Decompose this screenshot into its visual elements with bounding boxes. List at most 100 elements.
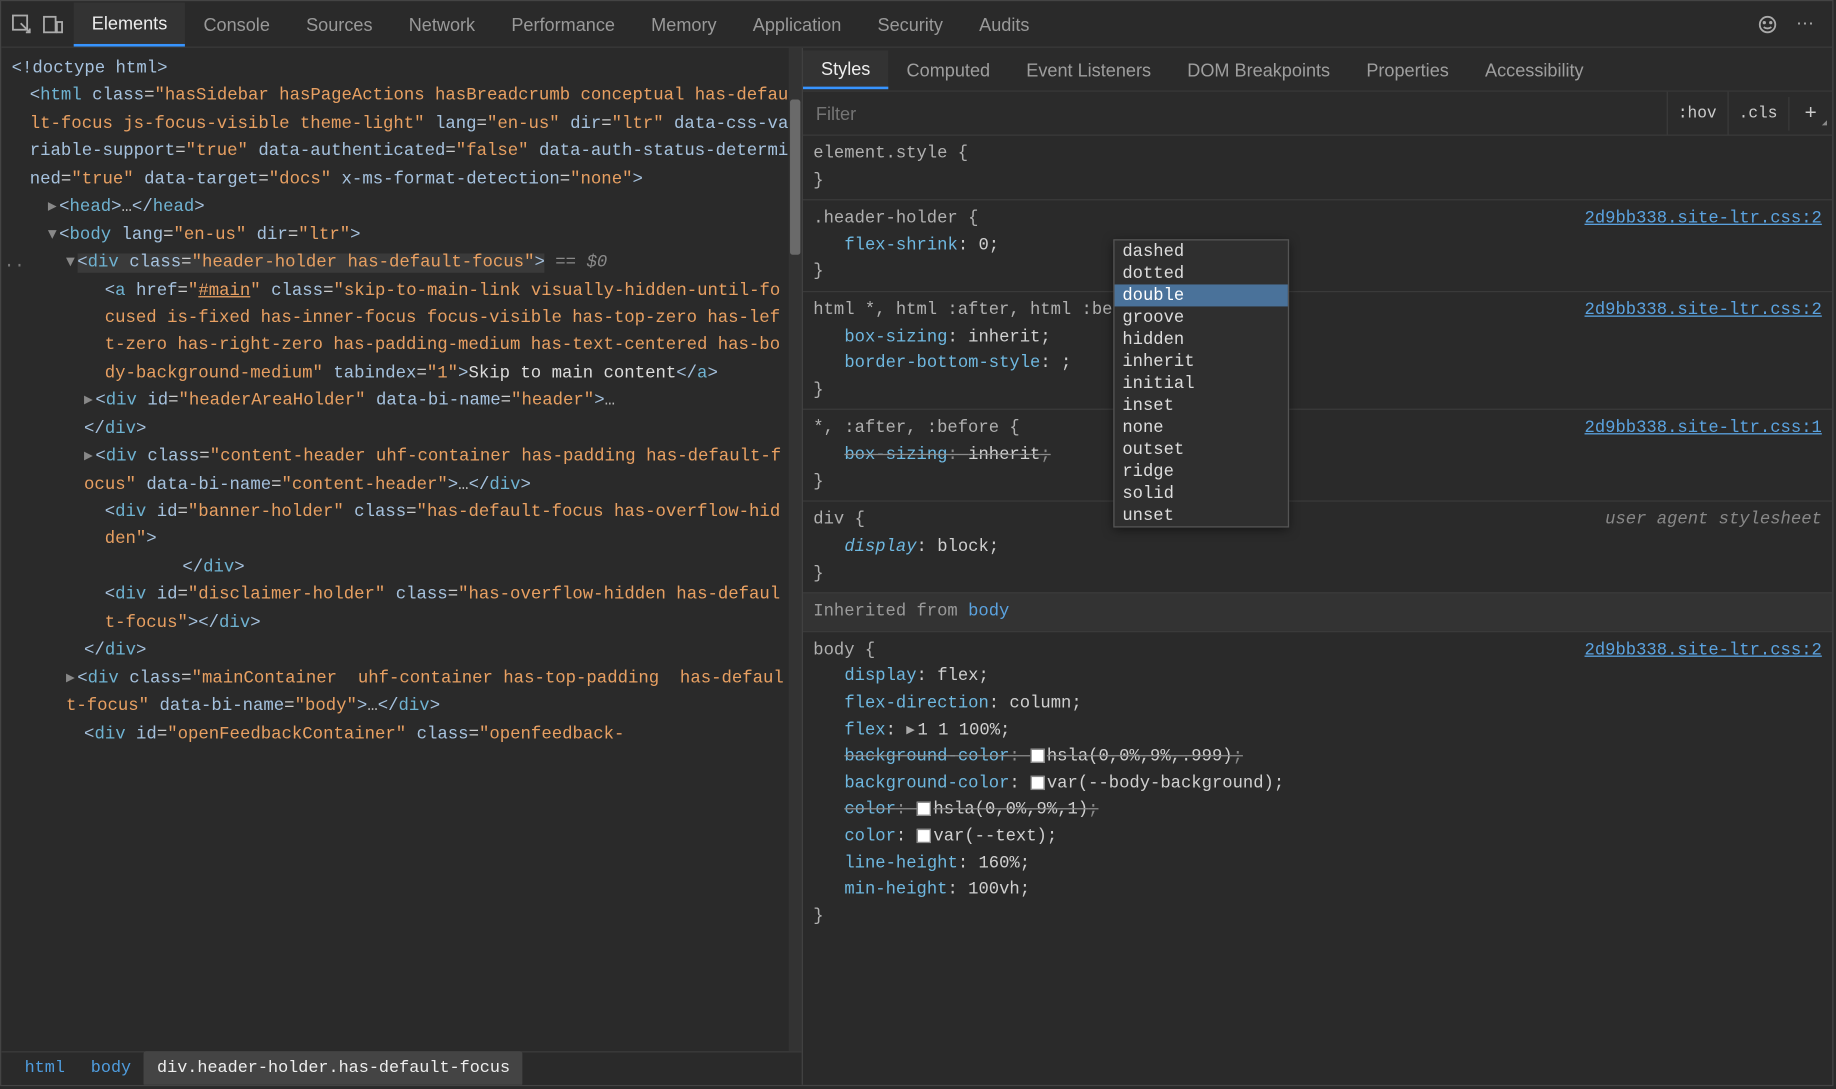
tab-elements[interactable]: Elements [74, 2, 186, 46]
css-property[interactable]: display: block; [813, 534, 1822, 561]
color-swatch-icon[interactable] [917, 802, 931, 816]
autocomplete-item[interactable]: none [1115, 416, 1288, 438]
device-icon[interactable] [43, 14, 64, 35]
selector[interactable]: *, :after, :before [813, 418, 999, 437]
autocomplete-item[interactable]: inherit [1115, 350, 1288, 372]
dom-header-area[interactable]: ▸<div id="headerAreaHolder" data-bi-name… [1, 388, 801, 416]
selector[interactable]: div [813, 510, 844, 529]
css-property[interactable]: line-height: 160%; [813, 850, 1822, 877]
selector[interactable]: element.style [813, 144, 947, 163]
expand-icon[interactable]: ▸ [84, 448, 93, 467]
color-swatch-icon[interactable] [1030, 749, 1044, 763]
tab-security[interactable]: Security [859, 3, 961, 44]
css-property[interactable]: flex-shrink: 0; [813, 233, 1822, 260]
inspect-icon[interactable] [12, 14, 33, 35]
style-rule[interactable]: element.style {} [803, 136, 1832, 200]
dom-skip-link[interactable]: <a href="#main" class="skip-to-main-link… [1, 277, 801, 388]
selector[interactable]: body [813, 640, 854, 659]
css-property[interactable]: flex: ▸1 1 100%; [813, 717, 1822, 744]
tab-audits[interactable]: Audits [961, 3, 1048, 44]
selector[interactable]: .header-holder [813, 208, 957, 227]
dom-body-open[interactable]: ▾<body lang="en-us" dir="ltr"> [1, 222, 801, 250]
css-property[interactable]: box-sizing: inherit; [813, 442, 1822, 469]
elements-scrollbar[interactable] [789, 48, 802, 1051]
stab-accessibility[interactable]: Accessibility [1467, 51, 1602, 87]
style-rule[interactable]: user agent stylesheetdiv {display: block… [803, 501, 1832, 593]
crumb-selected[interactable]: div.header-holder.has-default-focus [144, 1051, 523, 1084]
css-property[interactable]: display: flex; [813, 664, 1822, 691]
autocomplete-item[interactable]: initial [1115, 372, 1288, 394]
autocomplete-item[interactable]: outset [1115, 438, 1288, 460]
autocomplete-item[interactable]: inset [1115, 394, 1288, 416]
new-style-rule-button[interactable]: + [1788, 96, 1832, 130]
collapse-icon[interactable]: ▾ [66, 254, 75, 273]
dom-banner-close[interactable]: </div> [1, 555, 801, 583]
source-link[interactable]: 2d9bb338.site-ltr.css:2 [1585, 637, 1822, 664]
css-property[interactable]: background-color: hsla(0,0%,9%,.999); [813, 744, 1822, 771]
css-property[interactable]: border-bottom-style: ; [813, 351, 1822, 378]
dom-header-close[interactable]: </div> [1, 416, 801, 444]
expand-icon[interactable]: ▸ [66, 669, 75, 688]
stab-dom-breakpoints[interactable]: DOM Breakpoints [1169, 51, 1348, 87]
autocomplete-item[interactable]: hidden [1115, 328, 1288, 350]
source-link[interactable]: 2d9bb338.site-ltr.css:1 [1585, 416, 1822, 443]
css-property[interactable]: color: var(--text); [813, 824, 1822, 851]
style-rule[interactable]: 2d9bb338.site-ltr.css:2body {display: fl… [803, 631, 1832, 936]
autocomplete-item[interactable]: ridge [1115, 460, 1288, 482]
source-link[interactable]: 2d9bb338.site-ltr.css:2 [1585, 206, 1822, 233]
autocomplete-item[interactable]: solid [1115, 482, 1288, 504]
expand-icon[interactable]: ▸ [84, 392, 93, 411]
style-rule[interactable]: 2d9bb338.site-ltr.css:2 html *, html :aft… [803, 291, 1832, 409]
source-link[interactable]: 2d9bb338.site-ltr.css:2 [1585, 297, 1822, 324]
color-swatch-icon[interactable] [917, 829, 931, 843]
tab-sources[interactable]: Sources [288, 3, 391, 44]
scrollbar-thumb[interactable] [790, 100, 800, 255]
crumb-html[interactable]: html [12, 1051, 78, 1084]
style-rule[interactable]: 2d9bb338.site-ltr.css:1 *, :after, :befor… [803, 409, 1832, 501]
styles-rules-list[interactable]: element.style {} 2d9bb338.site-ltr.css:2.… [803, 136, 1832, 1085]
collapse-icon[interactable]: ▾ [48, 226, 57, 245]
autocomplete-item[interactable]: groove [1115, 306, 1288, 328]
dom-banner-open[interactable]: <div id="banner-holder" class="has-defau… [1, 499, 801, 554]
selector[interactable]: html *, html :after, html :before [813, 300, 1153, 319]
style-rule[interactable]: 2d9bb338.site-ltr.css:2.header-holder {f… [803, 199, 1832, 291]
inherited-link[interactable]: body [968, 601, 1009, 620]
autocomplete-item[interactable]: double [1115, 284, 1288, 306]
css-property[interactable]: background-color: var(--body-background)… [813, 770, 1822, 797]
tab-memory[interactable]: Memory [633, 3, 735, 44]
css-property[interactable]: flex-direction: column; [813, 690, 1822, 717]
dom-header-holder[interactable]: ..▾<div class="header-holder has-default… [1, 250, 801, 278]
css-property[interactable]: min-height: 100vh; [813, 877, 1822, 904]
css-property[interactable]: color: hsla(0,0%,9%,1); [813, 797, 1822, 824]
stab-properties[interactable]: Properties [1348, 51, 1467, 87]
tab-performance[interactable]: Performance [493, 3, 633, 44]
feedback-icon[interactable] [1757, 14, 1778, 35]
dom-outer-close[interactable]: </div> [1, 638, 801, 666]
tab-network[interactable]: Network [391, 3, 494, 44]
stab-styles[interactable]: Styles [803, 50, 888, 89]
dom-disclaimer[interactable]: <div id="disclaimer-holder" class="has-o… [1, 582, 801, 637]
dom-doctype[interactable]: <!doctype html> [1, 56, 801, 84]
expand-icon[interactable]: ▸ [48, 198, 57, 217]
expand-icon[interactable]: ▸ [906, 720, 915, 739]
dom-feedback[interactable]: <div id="openFeedbackContainer" class="o… [1, 721, 801, 749]
dom-main-container[interactable]: ▸<div class="mainContainer uhf-container… [1, 665, 801, 720]
stab-event-listeners[interactable]: Event Listeners [1008, 51, 1169, 87]
stab-computed[interactable]: Computed [888, 51, 1008, 87]
crumb-body[interactable]: body [78, 1051, 144, 1084]
autocomplete-item[interactable]: unset [1115, 504, 1288, 526]
dom-head[interactable]: ▸<head>…</head> [1, 194, 801, 222]
tab-console[interactable]: Console [185, 3, 288, 44]
tab-application[interactable]: Application [735, 3, 860, 44]
color-swatch-icon[interactable] [1030, 776, 1044, 790]
dom-tree[interactable]: <!doctype html> <html class="hasSidebar … [1, 48, 801, 1051]
autocomplete-item[interactable]: dashed [1115, 240, 1288, 262]
cls-toggle[interactable]: .cls [1727, 92, 1788, 135]
styles-filter-input[interactable] [803, 95, 1666, 131]
more-icon[interactable]: ⋯ [1796, 13, 1817, 35]
css-property[interactable]: box-sizing: inherit; [813, 324, 1822, 351]
autocomplete-item[interactable]: dotted [1115, 262, 1288, 284]
hov-toggle[interactable]: :hov [1666, 92, 1727, 135]
dom-html-open[interactable]: <html class="hasSidebar hasPageActions h… [1, 83, 801, 194]
dom-content-header[interactable]: ▸<div class="content-header uhf-containe… [1, 444, 801, 499]
